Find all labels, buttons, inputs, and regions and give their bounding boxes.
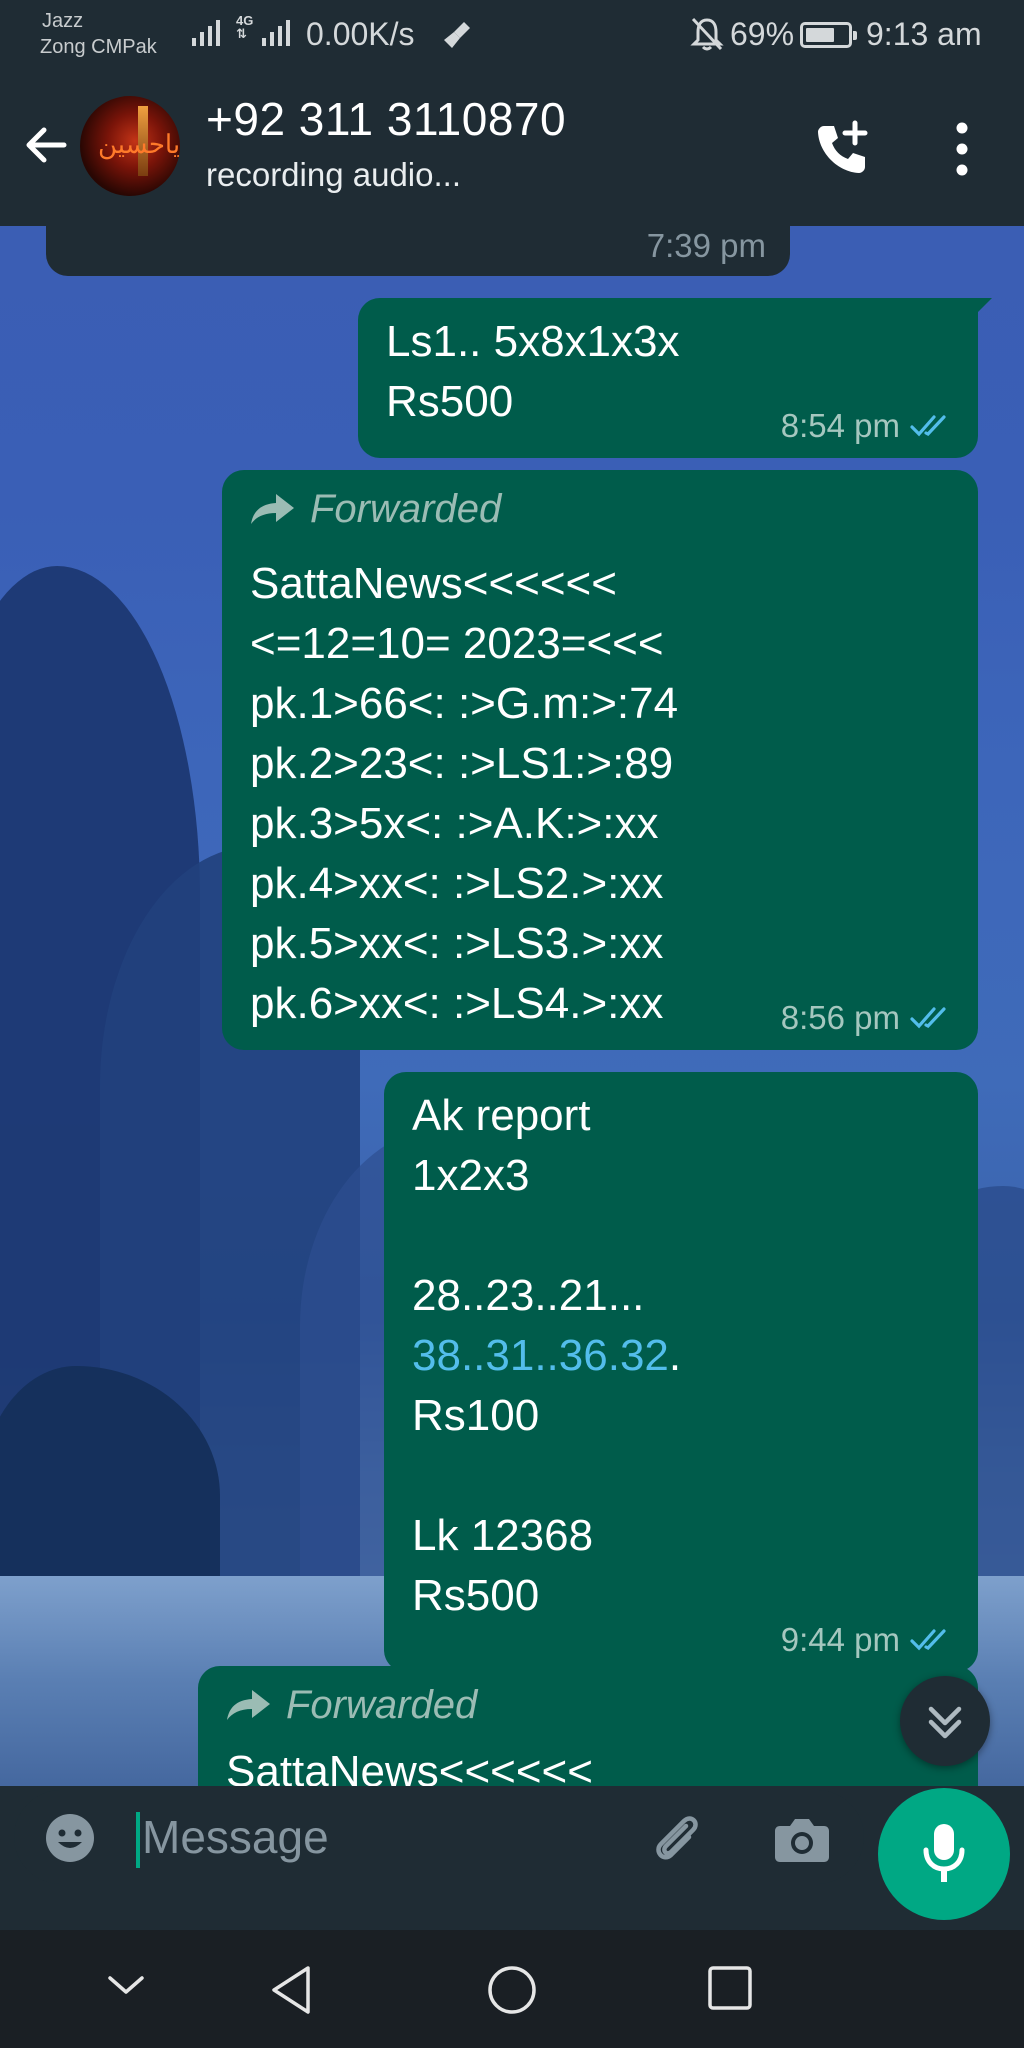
phone-number-link[interactable]: 38..31..36.32 bbox=[412, 1331, 669, 1380]
contact-status: recording audio... bbox=[206, 156, 461, 193]
nav-recents-icon[interactable] bbox=[706, 1964, 754, 2012]
nav-back-icon[interactable] bbox=[268, 1964, 316, 2016]
message-time: 8:56 pm bbox=[780, 999, 900, 1036]
forwarded-label: Forwarded bbox=[250, 484, 950, 534]
battery-icon bbox=[800, 22, 857, 48]
mic-button[interactable] bbox=[878, 1788, 1010, 1920]
message-text: SattaNews<<<<<< bbox=[226, 1747, 593, 1786]
message-line: Rs500 bbox=[412, 1571, 540, 1620]
forward-icon bbox=[227, 1690, 270, 1720]
message-text: SattaNews<<<<<< <=12=10= 2023=<<< pk.1>6… bbox=[250, 559, 679, 1028]
forwarded-label: Forwarded bbox=[226, 1680, 950, 1730]
battery-percent: 69% bbox=[730, 16, 795, 52]
contact-avatar[interactable]: ياحسين bbox=[80, 96, 180, 196]
chat-header: ياحسين +92 311 3110870 recording audio..… bbox=[0, 72, 1024, 226]
network-type: 4G ⇅ bbox=[236, 13, 254, 41]
attach-icon[interactable] bbox=[646, 1808, 706, 1868]
message-line: Rs100 bbox=[412, 1391, 540, 1440]
more-options-icon[interactable] bbox=[944, 120, 980, 178]
message-bubble-outgoing[interactable]: Ak report 1x2x3 28..23..21... 38..31..36… bbox=[384, 1072, 978, 1672]
message-bubble-outgoing[interactable]: Forwarded SattaNews<<<<<< <=12=10= 2023=… bbox=[222, 470, 978, 1050]
double-check-icon bbox=[910, 1007, 946, 1029]
text-cursor bbox=[136, 1812, 140, 1868]
mute-bell-icon bbox=[690, 17, 724, 51]
contact-name[interactable]: +92 311 3110870 bbox=[206, 92, 566, 146]
message-input[interactable] bbox=[142, 1804, 622, 1870]
mic-icon bbox=[923, 1824, 965, 1882]
message-bubble-outgoing[interactable]: Ls1.. 5x8x1x3x Rs500 8:54 pm bbox=[358, 298, 992, 458]
message-time: 9:44 pm bbox=[780, 1621, 900, 1658]
nav-down-icon[interactable] bbox=[106, 1970, 146, 2000]
scroll-to-bottom-button[interactable] bbox=[900, 1676, 990, 1766]
message-time: 7:39 pm bbox=[646, 227, 766, 264]
status-time: 9:13 am bbox=[866, 16, 982, 52]
add-call-icon[interactable] bbox=[812, 120, 870, 178]
emoji-icon[interactable] bbox=[44, 1812, 96, 1864]
chat-thread[interactable]: 7:39 pm Ls1.. 5x8x1x3x Rs500 8:54 pm For… bbox=[0, 226, 1024, 1786]
message-bubble-incoming[interactable]: 7:39 pm bbox=[46, 226, 790, 276]
system-nav-bar bbox=[0, 1930, 1024, 2048]
cleaner-icon bbox=[444, 22, 470, 48]
message-line: Ak report bbox=[412, 1091, 591, 1140]
chevron-double-down-icon bbox=[928, 1706, 962, 1739]
signal-icon bbox=[192, 16, 220, 46]
double-check-icon bbox=[910, 1629, 946, 1651]
message-line: 28..23..21... bbox=[412, 1271, 645, 1320]
carrier-info: Jazz Zong CMPak bbox=[40, 8, 157, 60]
compose-bar bbox=[14, 1790, 864, 1884]
forward-icon bbox=[251, 494, 294, 524]
message-bubble-outgoing[interactable]: Forwarded SattaNews<<<<<< bbox=[198, 1666, 978, 1786]
back-arrow-icon[interactable] bbox=[20, 120, 70, 170]
double-check-icon bbox=[910, 415, 946, 437]
signal-icon-2 bbox=[262, 16, 290, 46]
message-line: Lk 12368 bbox=[412, 1511, 594, 1560]
data-speed: 0.00K/s bbox=[306, 16, 415, 52]
carrier-name-1: Jazz bbox=[42, 10, 84, 32]
status-bar: Jazz Zong CMPak 4G ⇅ 0.00K/s 69% 9:13 am bbox=[0, 0, 1024, 72]
message-time: 8:54 pm bbox=[780, 407, 900, 444]
message-line: 1x2x3 bbox=[412, 1151, 530, 1200]
carrier-name-2: Zong CMPak bbox=[40, 36, 157, 58]
camera-icon[interactable] bbox=[774, 1812, 830, 1864]
nav-home-icon[interactable] bbox=[486, 1964, 538, 2016]
